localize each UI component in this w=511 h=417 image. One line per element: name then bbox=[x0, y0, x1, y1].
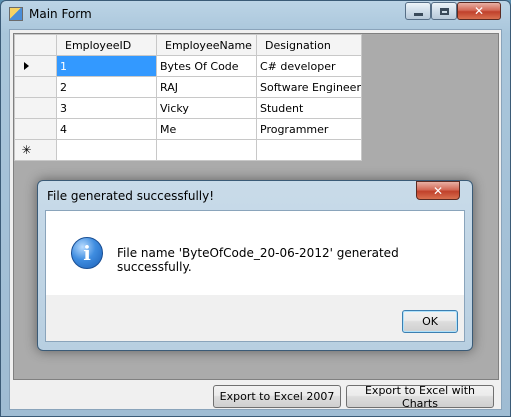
table-cell[interactable]: Programmer bbox=[256, 118, 362, 140]
close-button[interactable]: ✕ bbox=[457, 2, 501, 20]
row-header[interactable] bbox=[14, 97, 57, 119]
app-form-icon bbox=[9, 7, 23, 21]
message-dialog: File generated successfully! ✕ i File na… bbox=[37, 180, 473, 351]
table-cell[interactable]: Vicky bbox=[156, 97, 257, 119]
window-title: Main Form bbox=[29, 7, 92, 21]
new-row-asterisk-icon: ✳ bbox=[21, 143, 32, 157]
close-icon: ✕ bbox=[473, 4, 485, 18]
current-row-arrow-icon bbox=[24, 61, 29, 70]
row-header[interactable] bbox=[14, 55, 57, 77]
table-cell[interactable]: RAJ bbox=[156, 76, 257, 98]
table-cell[interactable] bbox=[156, 139, 257, 161]
maximize-icon bbox=[439, 7, 449, 15]
table-cell[interactable] bbox=[256, 139, 362, 161]
dialog-body: i File name 'ByteOfCode_20-06-2012' gene… bbox=[45, 210, 465, 342]
close-icon: ✕ bbox=[432, 183, 444, 198]
table-cell[interactable]: 1 bbox=[56, 55, 157, 77]
row-header[interactable]: ✳ bbox=[14, 139, 57, 161]
minimize-icon bbox=[413, 12, 423, 16]
maximize-button[interactable] bbox=[431, 2, 457, 20]
table-cell[interactable] bbox=[56, 139, 157, 161]
table-cell[interactable]: C# developer bbox=[256, 55, 362, 77]
column-header-designation[interactable]: Designation bbox=[256, 34, 362, 56]
table-row[interactable]: 1 Bytes Of Code C# developer bbox=[14, 55, 362, 77]
title-bar[interactable]: Main Form ✕ bbox=[1, 1, 510, 27]
dialog-title: File generated successfully! bbox=[47, 189, 215, 203]
column-header-employeeid[interactable]: EmployeeID bbox=[56, 34, 157, 56]
table-cell[interactable]: 4 bbox=[56, 118, 157, 140]
row-header[interactable] bbox=[14, 76, 57, 98]
new-row[interactable]: ✳ bbox=[14, 139, 362, 161]
information-icon: i bbox=[71, 237, 103, 269]
ok-button[interactable]: OK bbox=[402, 310, 458, 333]
row-header[interactable] bbox=[14, 118, 57, 140]
minimize-button[interactable] bbox=[405, 2, 431, 20]
employee-table: EmployeeID EmployeeName Designation 1 By… bbox=[14, 34, 362, 161]
table-cell[interactable]: 2 bbox=[56, 76, 157, 98]
header-row: EmployeeID EmployeeName Designation bbox=[14, 34, 362, 56]
export-excel-charts-button[interactable]: Export to Excel with Charts bbox=[346, 384, 494, 410]
dialog-message: File name 'ByteOfCode_20-06-2012' genera… bbox=[117, 246, 399, 274]
corner-header[interactable] bbox=[14, 34, 57, 56]
dialog-close-button[interactable]: ✕ bbox=[416, 181, 460, 200]
dialog-content: i File name 'ByteOfCode_20-06-2012' gene… bbox=[46, 211, 464, 295]
table-row[interactable]: 3 Vicky Student bbox=[14, 97, 362, 119]
table-row[interactable]: 2 RAJ Software Engineer bbox=[14, 76, 362, 98]
table-cell[interactable]: Software Engineer bbox=[256, 76, 362, 98]
table-row[interactable]: 4 Me Programmer bbox=[14, 118, 362, 140]
main-window: Main Form ✕ EmployeeID EmployeeName Desi… bbox=[0, 0, 511, 417]
table-cell[interactable]: Bytes Of Code bbox=[156, 55, 257, 77]
export-excel-2007-button[interactable]: Export to Excel 2007 bbox=[213, 385, 341, 408]
column-header-employeename[interactable]: EmployeeName bbox=[156, 34, 257, 56]
table-cell[interactable]: Student bbox=[256, 97, 362, 119]
table-cell[interactable]: 3 bbox=[56, 97, 157, 119]
table-cell[interactable]: Me bbox=[156, 118, 257, 140]
